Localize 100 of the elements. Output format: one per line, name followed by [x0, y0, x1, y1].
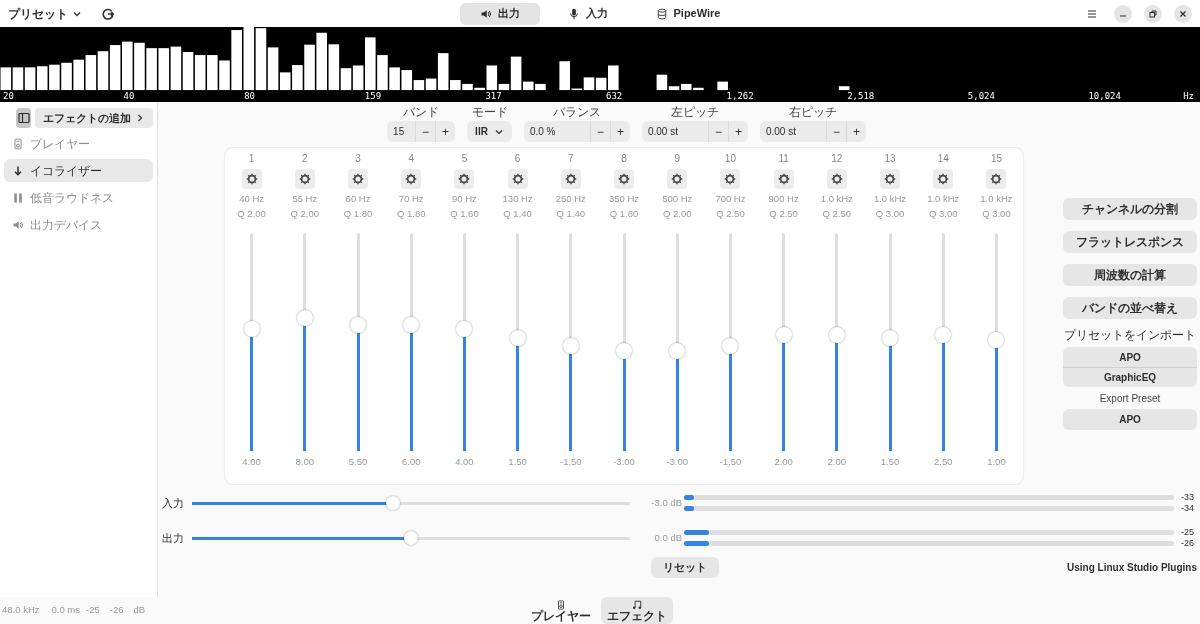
band-settings-button[interactable] [826, 169, 847, 189]
gear-icon [937, 173, 950, 185]
decrement-button[interactable]: − [707, 121, 728, 142]
speaker-icon [12, 218, 24, 231]
band-q: Q 1.40 [503, 207, 532, 221]
band-settings-button[interactable] [294, 169, 315, 189]
band-settings-button[interactable] [720, 169, 741, 189]
slider-thumb[interactable] [935, 327, 952, 344]
gain-slider[interactable] [192, 531, 630, 545]
band-slider[interactable] [243, 233, 260, 451]
spin-field[interactable]: 0.00 st − + [641, 121, 748, 142]
band-frequency: 1.0 kHz [927, 192, 960, 206]
action-button[interactable]: フラットレスポンス [1063, 231, 1197, 253]
band-settings-button[interactable] [773, 169, 794, 189]
band-slider[interactable] [775, 233, 792, 451]
slider-thumb[interactable] [243, 320, 260, 337]
reset-button[interactable]: リセット [651, 557, 719, 578]
maximize-button[interactable] [1144, 4, 1162, 23]
band-slider[interactable] [403, 233, 420, 451]
slider-thumb[interactable] [403, 316, 420, 333]
slider-thumb[interactable] [386, 496, 401, 510]
spin-value: 0.00 st [646, 125, 679, 139]
band-number: 15 [990, 152, 1002, 166]
minimize-button[interactable] [1114, 4, 1132, 23]
header-tab[interactable]: PipeWire [635, 2, 741, 25]
slider-thumb[interactable] [456, 320, 473, 337]
band-number: 2 [302, 152, 308, 166]
status-text: -25 [86, 603, 100, 618]
slider-thumb[interactable] [722, 338, 739, 355]
slider-thumb[interactable] [296, 310, 313, 327]
band-slider[interactable] [296, 233, 313, 451]
band-q: Q 2.50 [769, 207, 798, 221]
gain-slider[interactable] [192, 496, 630, 510]
control-label: モード [471, 106, 508, 119]
gear-icon [618, 173, 630, 185]
action-button[interactable]: 周波数の計算 [1063, 264, 1197, 286]
export-button[interactable]: APO [1063, 409, 1197, 430]
band-settings-button[interactable] [667, 169, 688, 189]
band-slider[interactable] [350, 233, 366, 451]
band-settings-button[interactable] [880, 169, 901, 189]
band-settings-button[interactable] [507, 169, 528, 189]
band-number: 8 [621, 152, 627, 166]
action-button[interactable]: チャンネルの分割 [1063, 198, 1197, 220]
close-button[interactable] [1174, 4, 1192, 23]
slider-thumb[interactable] [350, 316, 366, 333]
band-q: Q 3.00 [982, 207, 1011, 221]
slider-thumb[interactable] [404, 531, 418, 545]
spin-field[interactable]: 0.00 st − + [759, 121, 866, 142]
band-slider[interactable] [509, 233, 526, 451]
band-slider[interactable] [456, 233, 473, 451]
action-button[interactable]: バンドの並べ替え [1063, 297, 1197, 319]
slider-thumb[interactable] [616, 342, 632, 359]
bottom-tab[interactable]: エフェクト [601, 597, 673, 624]
slider-thumb[interactable] [509, 329, 526, 346]
decrement-button[interactable]: − [825, 121, 846, 142]
band-settings-button[interactable] [560, 169, 581, 189]
decrement-button[interactable]: − [589, 121, 610, 142]
import-button[interactable]: APO [1063, 347, 1197, 367]
add-effect-button[interactable]: エフェクトの追加 [35, 108, 153, 128]
slider-thumb[interactable] [828, 327, 845, 344]
band-gain: 2.00 [774, 455, 793, 469]
slider-thumb[interactable] [988, 331, 1005, 348]
band-settings-button[interactable] [454, 169, 475, 189]
band-frequency: 250 Hz [555, 192, 586, 206]
band-frequency: 350 Hz [608, 192, 640, 206]
bottom-tab[interactable]: プレイヤー [525, 597, 597, 624]
spin-field[interactable]: 0.0 % − + [523, 121, 630, 142]
increment-button[interactable]: + [435, 121, 456, 142]
slider-thumb[interactable] [882, 329, 899, 346]
sidebar-item[interactable]: イコライザー [4, 159, 153, 182]
increment-button[interactable]: + [727, 121, 748, 142]
band-settings-button[interactable] [401, 169, 422, 189]
band-settings-button[interactable] [348, 169, 368, 189]
slider-thumb[interactable] [775, 327, 792, 344]
band-settings-button[interactable] [986, 169, 1007, 189]
increment-button[interactable]: + [609, 121, 630, 142]
slider-thumb[interactable] [669, 342, 686, 359]
band-slider[interactable] [828, 233, 845, 451]
header-tab[interactable]: 入力 [547, 2, 628, 25]
mode-dropdown[interactable]: IIR [467, 121, 512, 142]
band-slider[interactable] [988, 233, 1005, 451]
increment-button[interactable]: + [845, 121, 866, 142]
band-slider[interactable] [616, 233, 632, 451]
preset-menu[interactable]: プリセット [8, 4, 82, 23]
band-slider[interactable] [562, 233, 579, 451]
band-slider[interactable] [935, 233, 952, 451]
band-settings-button[interactable] [241, 169, 262, 189]
band-slider[interactable] [722, 233, 739, 451]
band-slider[interactable] [669, 233, 686, 451]
decrement-button[interactable]: − [415, 121, 436, 142]
header-tab[interactable]: 出力 [459, 2, 540, 25]
band-settings-button[interactable] [614, 169, 634, 189]
band-gain: -3.00 [666, 455, 689, 469]
band-settings-button[interactable] [933, 169, 954, 189]
band-slider[interactable] [882, 233, 899, 451]
gain-label: 出力 [161, 530, 185, 546]
slider-thumb[interactable] [562, 338, 579, 355]
sidebar-toggle-button[interactable] [16, 108, 31, 128]
spin-field[interactable]: 15 − + [387, 121, 456, 142]
import-button[interactable]: GraphicEQ [1063, 367, 1197, 387]
